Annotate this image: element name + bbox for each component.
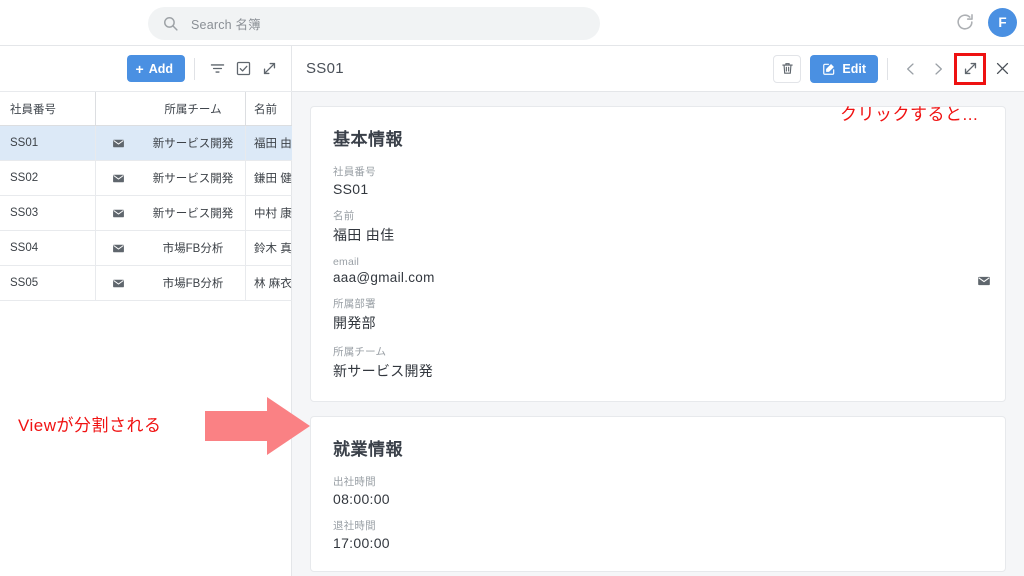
field-value: 08:00:00 [333, 491, 390, 507]
envelope-icon[interactable] [96, 231, 141, 265]
chevron-left-icon [906, 62, 914, 75]
expand-diagonal-icon [964, 62, 976, 75]
detail-field: 退社時間 17:00:00 [333, 518, 983, 551]
cell-id: SS04 [0, 231, 96, 265]
column-header-id[interactable]: 社員番号 [0, 92, 96, 125]
detail-toolbar: SS01 Edit [292, 46, 1024, 92]
field-label: 出社時間 [333, 476, 376, 488]
field-value: SS01 [333, 181, 369, 197]
envelope-icon[interactable] [96, 196, 141, 230]
toolbar-divider [194, 57, 195, 80]
close-detail-button[interactable] [989, 55, 1016, 82]
close-icon [996, 62, 1009, 75]
cell-team: 新サービス開発 [141, 161, 246, 195]
detail-card: 基本情報社員番号 SS01 名前福田 由佳 email aaa@gmail.com 所属部… [310, 106, 1006, 402]
list-toolbar: + Add [0, 46, 292, 92]
cell-name: 中村 康 [254, 208, 292, 220]
detail-toolbar-actions: Edit [773, 52, 1024, 85]
column-header-mail[interactable] [96, 92, 141, 125]
detail-field: 出社時間 08:00:00 [333, 474, 983, 507]
cell-name: 福田 由 [254, 138, 292, 150]
top-bar: Search 名簿 F [0, 0, 1024, 46]
field-value: aaa@gmail.com [333, 270, 435, 285]
table-row[interactable]: SS03 新サービス開発 中村 康 [0, 196, 292, 231]
detail-field: 社員番号 SS01 [333, 164, 983, 197]
envelope-icon[interactable] [96, 161, 141, 195]
detail-panel: SS01 Edit 基本情報 社員番号 SS01 名前 福田 由佳 email … [292, 46, 1024, 576]
field-value: 開発部 [333, 315, 376, 331]
cell-team: 新サービス開発 [141, 196, 246, 230]
trash-icon [782, 63, 793, 74]
next-record-button[interactable] [924, 55, 951, 82]
detail-toolbar-divider [887, 57, 888, 80]
app-window: Search 名簿 F + Add 社員番号 所属チーム 名前 SS01 新サー… [0, 0, 1024, 576]
search-input-placeholder[interactable]: Search 名簿 [191, 14, 261, 33]
field-value: 新サービス開発 [333, 363, 434, 379]
table-row[interactable]: SS01 新サービス開発 福田 由 [0, 126, 292, 161]
field-label: 所属部署 [333, 298, 376, 310]
cell-name: 鎌田 健 [254, 173, 292, 185]
annotation-click-text: クリックすると... [840, 105, 979, 124]
table-body: SS01 新サービス開発 福田 由 SS02 新サービス開発 鎌田 健 SS03 新サービス開… [0, 126, 292, 301]
cell-team: 市場FB分析 [141, 231, 246, 265]
add-button-label: Add [148, 61, 173, 76]
detail-field: 所属チーム新サービス開発 [333, 344, 983, 381]
table-row[interactable]: SS05 市場FB分析林 麻衣 [0, 266, 292, 301]
plus-icon: + [135, 60, 144, 77]
employee-table: 社員番号 所属チーム 名前 SS01 新サービス開発 福田 由 SS02 新サービス開発… [0, 92, 292, 301]
edit-button-label: Edit [842, 61, 866, 76]
expand-view-button[interactable] [954, 52, 986, 85]
table-header-row: 社員番号 所属チーム 名前 [0, 92, 292, 126]
column-header-team[interactable]: 所属チーム [141, 92, 246, 125]
cell-team: 新サービス開発 [141, 126, 246, 160]
card-title: 基本情報 [333, 130, 403, 149]
field-label: 所属チーム [333, 346, 387, 358]
envelope-icon[interactable] [96, 266, 141, 300]
detail-field: email aaa@gmail.com [333, 256, 990, 286]
expand-icon[interactable] [256, 56, 282, 82]
envelope-icon[interactable] [96, 126, 141, 160]
chevron-right-icon [934, 62, 942, 75]
cell-id: SS01 [0, 126, 96, 160]
annotation-arrow-icon [205, 397, 310, 455]
list-panel: + Add 社員番号 所属チーム 名前 SS01 新サービス開発 福田 由 SS… [0, 46, 292, 576]
avatar[interactable]: F [988, 8, 1017, 37]
detail-cards: 基本情報社員番号 SS01 名前福田 由佳 email aaa@gmail.com 所属部… [292, 92, 1024, 576]
field-label: 名前 [333, 210, 355, 222]
cell-id: SS05 [0, 266, 96, 300]
edit-button[interactable]: Edit [810, 54, 878, 83]
filter-icon[interactable] [204, 56, 230, 82]
column-header-name[interactable]: 名前 [246, 92, 292, 125]
refresh-icon[interactable] [955, 12, 975, 32]
add-button[interactable]: + Add [126, 55, 185, 82]
checkbox-icon[interactable] [230, 56, 256, 82]
detail-card: 就業情報出社時間 08:00:00 退社時間 17:00:00 [310, 416, 1006, 572]
field-value: 福田 由佳 [333, 227, 395, 243]
detail-title: SS01 [306, 60, 344, 77]
table-row[interactable]: SS04 市場FB分析 鈴木 真 [0, 231, 292, 266]
card-title: 就業情報 [333, 440, 403, 459]
pencil-square-icon [823, 63, 835, 75]
detail-field: 名前 福田 由佳 [333, 208, 983, 245]
search-icon [164, 17, 178, 31]
cell-team: 市場FB分析 [141, 266, 246, 300]
cell-name: 鈴木 真 [254, 243, 292, 255]
field-value: 17:00:00 [333, 535, 390, 551]
envelope-icon[interactable] [977, 274, 991, 293]
field-label: email [333, 256, 360, 268]
field-label: 社員番号 [333, 166, 376, 178]
search-bar[interactable]: Search 名簿 [148, 7, 600, 40]
cell-id: SS03 [0, 196, 96, 230]
detail-field: 所属部署 開発部 [333, 296, 983, 333]
cell-name: 林 麻衣 [254, 278, 292, 290]
delete-button[interactable] [773, 54, 802, 83]
cell-id: SS02 [0, 161, 96, 195]
annotation-split-text: Viewが分割される [18, 416, 162, 435]
prev-record-button[interactable] [897, 55, 924, 82]
field-label: 退社時間 [333, 520, 376, 532]
table-row[interactable]: SS02 新サービス開発 鎌田 健 [0, 161, 292, 196]
